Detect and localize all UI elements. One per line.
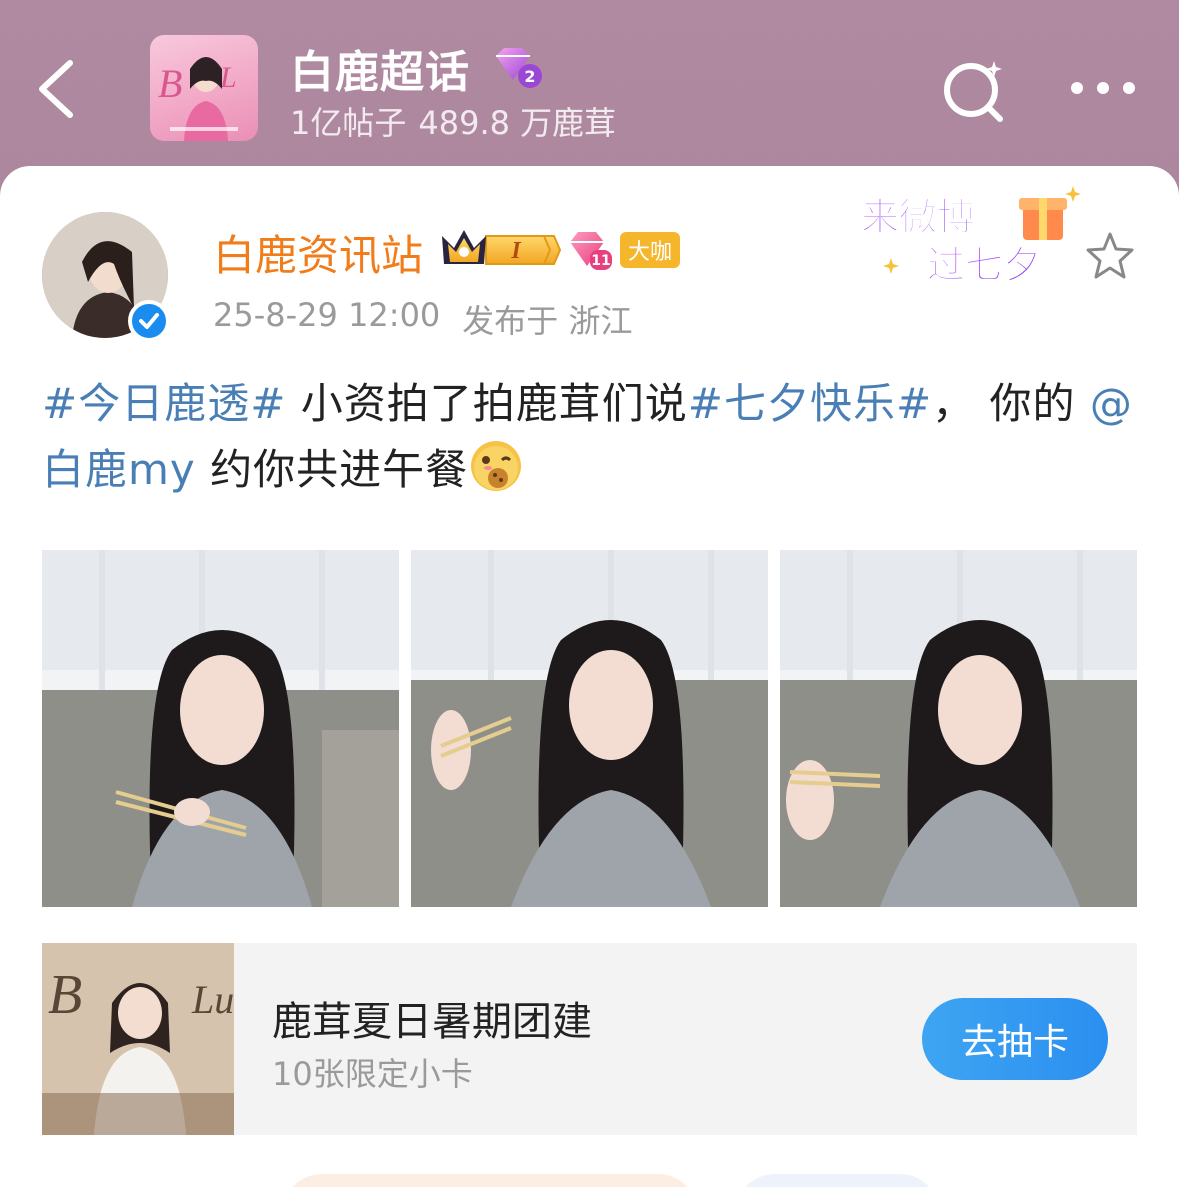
lottery-card-image: B Lu xyxy=(42,943,234,1135)
topic-avatar[interactable]: B L xyxy=(150,35,258,141)
cookie-emoji-icon xyxy=(468,438,524,494)
fan-level-badge: 11 xyxy=(566,230,614,272)
svg-text:I: I xyxy=(510,238,522,264)
svg-text:Lu: Lu xyxy=(191,977,234,1022)
diamond-icon: 2 xyxy=(496,48,542,88)
daka-badge: 大咖 xyxy=(620,232,680,268)
fans-count: 489.8 万鹿茸 xyxy=(418,104,617,142)
hashtag-link[interactable]: #今日鹿透# xyxy=(42,379,286,428)
crown-icon xyxy=(442,230,486,264)
svg-text:来微博: 来微博 xyxy=(861,195,975,239)
post-date: 25-8-29 12:00 xyxy=(213,296,441,334)
post-meta: 25-8-29 12:00 发布于 浙江 xyxy=(213,296,632,342)
star-icon xyxy=(1086,232,1134,279)
lottery-card[interactable]: B Lu 鹿茸夏日暑期团建 10张限定小卡 去抽卡 xyxy=(42,943,1137,1135)
topic-level-badge: 2 xyxy=(490,46,542,90)
gift-icon xyxy=(1019,198,1067,240)
svg-text:11: 11 xyxy=(591,253,610,269)
post-photo[interactable] xyxy=(780,550,1137,907)
more-button[interactable] xyxy=(1065,68,1145,108)
action-pill[interactable] xyxy=(282,1174,698,1187)
topic-header: B L 白鹿超话 2 1亿帖子 489.8 万鹿茸 xyxy=(0,0,1179,175)
svg-text:B: B xyxy=(48,964,82,1026)
lottery-card-title: 鹿茸夏日暑期团建 xyxy=(272,999,592,1045)
member-rank-badge: I xyxy=(440,226,562,274)
post-text-segment: ， 你的 xyxy=(932,379,1076,428)
diamond-icon: 11 xyxy=(570,232,612,270)
author-name[interactable]: 白鹿资讯站 xyxy=(213,222,423,283)
post-text-segment: 约你共进午餐 xyxy=(195,445,469,494)
search-icon xyxy=(944,61,1003,122)
post-location: 发布于 浙江 xyxy=(462,302,633,340)
svg-text:过七夕: 过七夕 xyxy=(927,243,1041,287)
svg-text:B: B xyxy=(158,61,182,106)
verified-badge xyxy=(128,300,170,342)
svg-text:2: 2 xyxy=(524,67,535,86)
posts-count: 1亿帖子 xyxy=(290,104,407,142)
more-dots-icon xyxy=(1071,82,1135,94)
topic-stats: 1亿帖子 489.8 万鹿茸 xyxy=(290,98,616,144)
lottery-card-subtitle: 10张限定小卡 xyxy=(272,1055,473,1093)
post-photo[interactable] xyxy=(42,550,399,907)
chevron-left-icon xyxy=(39,60,73,118)
hashtag-link[interactable]: #七夕快乐# xyxy=(688,379,932,428)
topic-title: 白鹿超话 xyxy=(290,47,470,98)
post-photo[interactable] xyxy=(411,550,768,907)
post-text: #今日鹿透# 小资拍了拍鹿茸们说#七夕快乐#， 你的 @白鹿my 约你共进午餐 xyxy=(42,371,1137,503)
back-button[interactable] xyxy=(30,55,90,123)
search-button[interactable] xyxy=(940,55,1010,125)
action-pill[interactable] xyxy=(735,1174,940,1187)
favorite-button[interactable] xyxy=(1084,230,1136,282)
post-card: 白鹿资讯站 I 11 大咖 25-8-29 12:00 发布于 浙江 来微博 过… xyxy=(0,166,1179,1187)
draw-card-button[interactable]: 去抽卡 xyxy=(922,998,1108,1080)
post-text-segment: 小资拍了拍鹿茸们说 xyxy=(286,379,688,428)
checkmark-icon xyxy=(139,313,159,329)
qixi-sticker[interactable]: 来微博 过七夕 xyxy=(855,184,1085,294)
